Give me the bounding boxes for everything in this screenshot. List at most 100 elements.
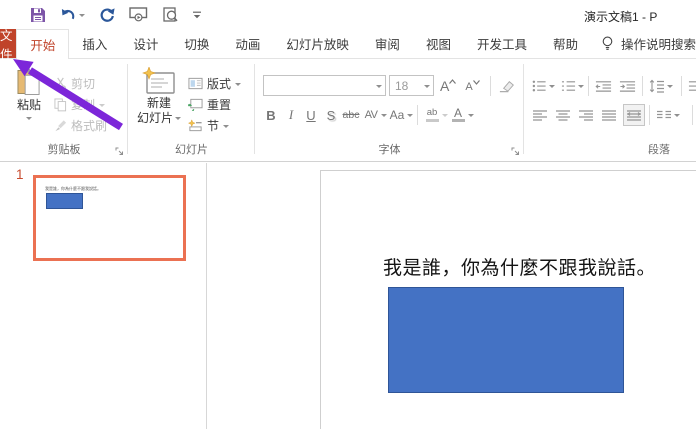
italic-button[interactable]: I	[281, 104, 301, 126]
paste-dropdown-icon[interactable]	[26, 117, 32, 123]
align-center-icon	[556, 109, 570, 121]
clear-formatting-button[interactable]	[498, 78, 515, 93]
tab-animations[interactable]: 动画	[222, 29, 273, 58]
justify-icon	[602, 109, 616, 121]
line-spacing-dropdown-icon[interactable]	[667, 85, 673, 91]
clear-formatting-icon	[499, 81, 514, 93]
columns-dropdown-icon[interactable]	[674, 114, 680, 120]
copy-dropdown-icon[interactable]	[99, 103, 106, 110]
font-size-value: 18	[395, 78, 409, 93]
new-slide-label-line1: 新建	[146, 96, 171, 110]
format-painter-button[interactable]: 格式刷	[54, 117, 107, 134]
tab-help[interactable]: 帮助	[540, 29, 591, 58]
change-case-button[interactable]: Aa	[387, 104, 407, 126]
decrease-indent-button[interactable]	[593, 75, 614, 97]
cut-button[interactable]: 剪切	[54, 75, 95, 92]
font-dialog-launcher[interactable]	[511, 147, 520, 156]
underline-button[interactable]: U	[301, 104, 321, 126]
align-left-button[interactable]	[530, 104, 550, 126]
bold-button[interactable]: B	[261, 104, 281, 126]
highlight-color-bar	[425, 119, 439, 122]
new-slide-button[interactable]: 新建 幻灯片	[135, 67, 183, 125]
font-color-bar	[451, 119, 465, 122]
font-color-dropdown-icon[interactable]	[468, 114, 474, 120]
change-case-dropdown-icon[interactable]	[407, 114, 413, 120]
layout-button[interactable]: 版式	[188, 75, 242, 92]
bullets-dropdown-icon[interactable]	[549, 85, 555, 91]
increase-font-size-button[interactable]: A	[437, 78, 459, 94]
slide-blue-rectangle[interactable]	[388, 287, 624, 393]
paragraph-group-label: 段落	[648, 144, 670, 156]
strikethrough-button[interactable]: abc	[341, 104, 361, 126]
numbering-button[interactable]	[559, 75, 578, 97]
font-color-button[interactable]: A	[448, 104, 468, 126]
undo-button[interactable]	[60, 7, 85, 23]
customize-qat-icon	[193, 11, 201, 18]
slide-thumbnail-panel[interactable]: 1 我是誰，你為什麼不跟我說話。	[0, 163, 207, 429]
cut-icon	[55, 77, 66, 90]
tab-insert[interactable]: 插入	[69, 29, 120, 58]
numbering-dropdown-icon[interactable]	[578, 85, 584, 91]
character-spacing-button[interactable]: AV	[361, 104, 381, 126]
section-label: 节	[207, 119, 220, 133]
customize-qat-button[interactable]	[192, 10, 202, 20]
slide-canvas[interactable]: 我是誰，你為什麼不跟我說話。	[320, 170, 696, 429]
tab-file[interactable]: 文件	[0, 29, 17, 62]
decrease-font-size-button[interactable]: A	[462, 78, 482, 93]
highlight-color-button[interactable]: ab	[422, 104, 442, 126]
copy-button[interactable]: 复制	[54, 96, 106, 113]
clipboard-group-label: 剪贴板	[47, 144, 81, 156]
slide-title-text[interactable]: 我是誰，你為什麼不跟我說話。	[383, 253, 656, 280]
print-preview-button[interactable]	[162, 6, 178, 23]
reset-icon	[188, 98, 203, 111]
line-spacing-icon	[649, 79, 664, 93]
font-name-dropdown-icon[interactable]	[376, 84, 382, 91]
font-name-combobox[interactable]	[263, 75, 386, 96]
justify-button[interactable]	[599, 104, 619, 126]
section-icon	[188, 119, 202, 132]
tab-developer[interactable]: 开发工具	[464, 29, 540, 58]
align-left-icon	[533, 109, 547, 121]
bullets-button[interactable]	[530, 75, 549, 97]
new-slide-dropdown-icon[interactable]	[175, 117, 181, 123]
paragraph-row1-divider1	[588, 76, 589, 96]
format-painter-label: 格式刷	[71, 119, 108, 133]
slide-thumbnail[interactable]: 我是誰，你為什麼不跟我說話。	[33, 175, 186, 261]
tab-home[interactable]: 开始	[16, 29, 70, 59]
text-shadow-button[interactable]: S	[321, 104, 341, 126]
tab-view[interactable]: 视图	[413, 29, 464, 58]
tell-me-search[interactable]: 操作说明搜索	[591, 29, 696, 58]
paste-button[interactable]: 粘贴	[6, 67, 52, 123]
slide-number: 1	[16, 167, 24, 182]
section-dropdown-icon[interactable]	[223, 124, 230, 131]
section-button[interactable]: 节	[188, 117, 230, 134]
align-right-button[interactable]	[576, 104, 596, 126]
font-row2-divider	[417, 105, 418, 125]
text-direction-button[interactable]	[686, 75, 696, 97]
workspace: 1 我是誰，你為什麼不跟我說話。 我是誰，你為什麼不跟我說話。	[0, 163, 696, 429]
copy-label: 复制	[71, 98, 96, 112]
font-size-combobox[interactable]: 18	[389, 75, 434, 96]
layout-dropdown-icon[interactable]	[235, 82, 242, 89]
clipboard-dialog-launcher[interactable]	[115, 147, 124, 156]
tab-slideshow[interactable]: 幻灯片放映	[273, 29, 362, 58]
distributed-button[interactable]	[623, 104, 645, 126]
redo-button[interactable]	[99, 7, 115, 23]
start-slideshow-button[interactable]	[129, 7, 148, 22]
increase-indent-button[interactable]	[617, 75, 638, 97]
columns-button[interactable]	[654, 104, 674, 126]
undo-icon	[61, 8, 75, 19]
font-size-dropdown-icon[interactable]	[424, 84, 430, 91]
distributed-icon	[627, 109, 641, 121]
tab-review[interactable]: 审阅	[362, 29, 413, 58]
undo-dropdown-icon[interactable]	[79, 13, 85, 20]
tab-design[interactable]: 设计	[120, 29, 171, 58]
line-spacing-button[interactable]	[647, 75, 667, 97]
thumbnail-blue-rectangle	[46, 193, 83, 209]
paragraph-row1-divider3	[681, 76, 682, 96]
reset-button[interactable]: 重置	[188, 96, 231, 113]
tab-transitions[interactable]: 切换	[171, 29, 222, 58]
group-slides: 新建 幻灯片 版式 重置 节 幻灯片	[128, 59, 255, 161]
save-button[interactable]	[30, 7, 46, 23]
align-center-button[interactable]	[553, 104, 573, 126]
